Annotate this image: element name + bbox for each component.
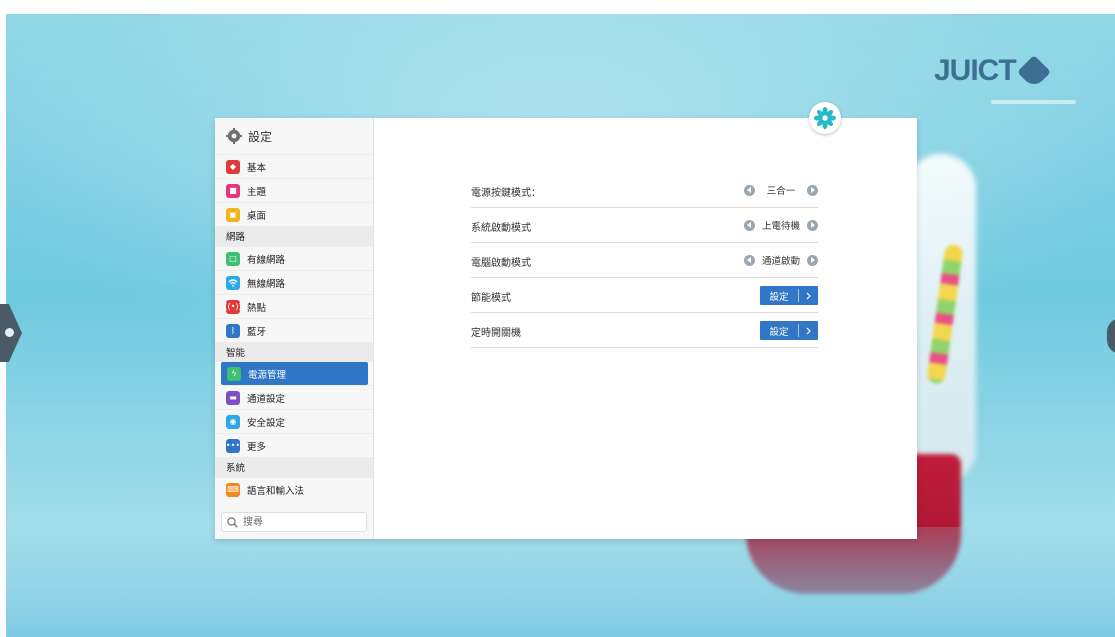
next-option-button[interactable] [807,219,818,231]
sidebar-item-label: 語言和輸入法 [247,485,305,497]
system-startup-mode-row: 系統啟動模式 上電待機 [471,208,818,243]
shield-icon: ◉ [226,414,240,429]
pc-startup-mode-row: 電腦啟動模式 通道啟動 [471,243,818,278]
sidebar-item-label: 安全設定 [247,417,286,429]
sidebar-item-basic[interactable]: ◆ 基本 [215,154,373,178]
sidebar-item-channel-settings[interactable]: ▬ 通道設定 [215,385,373,409]
sidebar-item-theme[interactable]: ■ 主題 [215,178,373,202]
sidebar-item-wireless-network[interactable]: 無線網路 [215,270,373,294]
gear-icon [5,328,14,337]
power-button-mode-row: 電源按鍵模式： 三合一 [471,173,818,208]
monitor-icon: ▬ [226,390,240,405]
selected-value: 通道啟動 [761,256,800,267]
settings-sidebar: 設定 ◆ 基本 ■ 主題 ▣ 桌面 網路 □ 有線網路 無線網路 ((•)) 熱… [215,118,374,539]
next-option-button[interactable] [807,184,818,196]
previous-option-button[interactable] [743,219,755,231]
arrow-right-icon [811,222,815,228]
arrow-right-icon [811,187,815,193]
scheduled-power-settings-button[interactable]: 設定 [760,321,818,340]
gear-icon [226,128,242,144]
previous-option-button[interactable] [743,254,755,266]
keyboard-icon: ⌨ [226,482,240,497]
arrow-right-icon [811,257,815,263]
arrow-left-icon [746,257,751,263]
sidebar-item-label: 藍牙 [247,326,267,338]
value-selector: 上電待機 [743,218,818,232]
button-label: 設定 [769,291,789,303]
hotspot-icon: ((•)) [224,299,242,314]
value-selector: 通道啟動 [743,253,818,267]
sidebar-item-label: 無線網路 [247,278,286,290]
chevron-right-icon [799,327,818,335]
setting-label: 系統啟動模式 [471,223,531,234]
sidebar-item-wired-network[interactable]: □ 有線網路 [215,246,373,270]
lightning-icon: ϟ [227,366,241,381]
image-icon: ▣ [226,207,240,222]
sidebar-item-more[interactable]: ••• 更多 [215,433,373,457]
more-icon: ••• [226,438,240,453]
sidebar-item-label: 更多 [247,441,267,453]
floating-assistant-button[interactable] [809,102,841,134]
section-system: 系統 [215,457,373,477]
sidebar-item-power-management[interactable]: ϟ 電源管理 [221,362,368,385]
previous-option-button[interactable] [744,184,755,196]
button-label: 設定 [769,326,789,338]
search-icon [227,516,238,528]
sidebar-item-security-settings[interactable]: ◉ 安全設定 [215,409,373,433]
sidebar-item-label: 主題 [247,186,267,198]
power-management-panel: 電源按鍵模式： 三合一 系統啟動模式 上電待機 電腦啟動模式 通道啟動 節能模式… [373,118,917,539]
settings-nav: ◆ 基本 ■ 主題 ▣ 桌面 網路 □ 有線網路 無線網路 ((•)) 熱點 ᛒ… [215,154,373,501]
sidebar-item-label: 有線網路 [247,254,286,266]
arrow-left-icon [746,222,751,228]
brand-tagline [991,100,1076,104]
search-box[interactable] [221,512,367,532]
bluetooth-icon: ᛒ [226,323,240,338]
sidebar-item-label: 熱點 [247,302,267,314]
sidebar-header: 設定 [215,118,373,154]
sidebar-item-label: 基本 [247,162,267,174]
sidebar-item-language-input[interactable]: ⌨ 語言和輸入法 [215,477,373,501]
sidebar-item-bluetooth[interactable]: ᛒ 藍牙 [215,318,373,342]
brand-logo: JUICT [934,54,1064,90]
search-input[interactable] [241,515,355,529]
chevron-right-icon [799,292,818,300]
setting-label: 電腦啟動模式 [471,258,531,269]
section-smart: 智能 [215,342,373,362]
next-option-button[interactable] [807,254,818,266]
energy-saving-settings-button[interactable]: 設定 [760,286,818,305]
setting-label: 節能模式 [471,293,511,304]
ethernet-icon: □ [226,251,240,266]
settings-window: 設定 ◆ 基本 ■ 主題 ▣ 桌面 網路 □ 有線網路 無線網路 ((•)) 熱… [215,118,917,539]
value-selector: 三合一 [744,183,818,197]
scheduled-power-row: 定時開關機 設定 [471,313,818,348]
selected-value: 上電待機 [761,221,800,232]
section-network: 網路 [215,226,373,246]
selected-value: 三合一 [766,186,796,197]
sidebar-item-label: 電源管理 [248,369,287,381]
setting-label: 定時開關機 [471,328,521,339]
setting-label: 電源按鍵模式： [471,188,541,199]
shirt-icon: ■ [226,183,240,198]
wallpaper-floor [6,527,1115,637]
arrow-left-icon [747,187,751,193]
sidebar-item-label: 通道設定 [247,393,286,405]
layers-icon: ◆ [226,159,240,174]
sidebar-title: 設定 [248,130,273,144]
energy-saving-mode-row: 節能模式 設定 [471,278,818,313]
wifi-icon [226,275,240,290]
sidebar-item-hotspot[interactable]: ((•)) 熱點 [215,294,373,318]
sidebar-item-desktop[interactable]: ▣ 桌面 [215,202,373,226]
sidebar-item-label: 桌面 [247,210,267,222]
flower-icon [813,106,837,130]
